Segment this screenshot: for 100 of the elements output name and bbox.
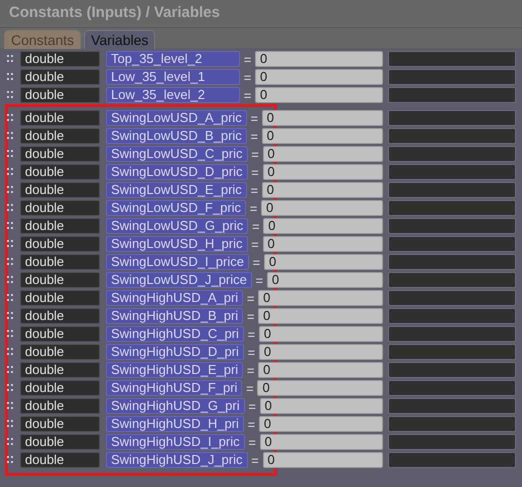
comment-field[interactable] <box>388 218 516 234</box>
value-field[interactable]: 0 <box>262 452 383 468</box>
value-field[interactable]: 0 <box>262 110 383 126</box>
comment-field[interactable] <box>388 272 516 288</box>
comment-field[interactable] <box>388 398 516 414</box>
drag-handle-icon[interactable] <box>6 131 16 141</box>
type-field[interactable]: double <box>20 398 100 414</box>
variable-name-field[interactable]: Top_35_level_2 <box>106 51 240 67</box>
drag-handle-icon[interactable] <box>6 221 16 231</box>
comment-field[interactable] <box>388 254 516 270</box>
drag-handle-icon[interactable] <box>6 149 16 159</box>
value-field[interactable]: 0 <box>258 290 383 306</box>
type-field[interactable]: double <box>20 146 100 162</box>
drag-handle-icon[interactable] <box>6 329 16 339</box>
type-field[interactable]: double <box>20 110 100 126</box>
variable-name-field[interactable]: SwingLowUSD_A_pric <box>106 110 247 126</box>
variable-name-field[interactable]: SwingLowUSD_B_pric <box>106 128 247 144</box>
variable-name-field[interactable]: SwingLowUSD_C_pric <box>106 146 248 162</box>
drag-handle-icon[interactable] <box>6 401 16 411</box>
value-field[interactable]: 0 <box>261 200 383 216</box>
type-field[interactable]: double <box>20 272 100 288</box>
value-field[interactable]: 0 <box>255 87 383 103</box>
variable-name-field[interactable]: SwingHighUSD_C_pri <box>106 326 244 342</box>
comment-field[interactable] <box>388 200 516 216</box>
comment-field[interactable] <box>388 110 516 126</box>
comment-field[interactable] <box>388 69 516 85</box>
comment-field[interactable] <box>388 128 516 144</box>
variable-name-field[interactable]: SwingHighUSD_J_pric <box>106 452 248 468</box>
comment-field[interactable] <box>388 236 516 252</box>
type-field[interactable]: double <box>20 380 100 396</box>
value-field[interactable]: 0 <box>262 182 383 198</box>
drag-handle-icon[interactable] <box>6 437 16 447</box>
drag-handle-icon[interactable] <box>6 185 16 195</box>
value-field[interactable]: 0 <box>258 308 383 324</box>
variable-name-field[interactable]: Low_35_level_2 <box>106 87 240 103</box>
variable-name-field[interactable]: SwingHighUSD_I_pric <box>106 434 245 450</box>
variable-name-field[interactable]: SwingHighUSD_A_pri <box>106 290 244 306</box>
drag-handle-icon[interactable] <box>6 203 16 213</box>
value-field[interactable]: 0 <box>262 236 383 252</box>
drag-handle-icon[interactable] <box>6 167 16 177</box>
type-field[interactable]: double <box>20 236 100 252</box>
type-field[interactable]: double <box>20 69 100 85</box>
type-field[interactable]: double <box>20 290 100 306</box>
comment-field[interactable] <box>388 146 516 162</box>
variable-name-field[interactable]: SwingHighUSD_H_pri <box>106 416 244 432</box>
drag-handle-icon[interactable] <box>6 90 16 100</box>
variable-name-field[interactable]: SwingHighUSD_D_pri <box>106 344 244 360</box>
comment-field[interactable] <box>388 51 516 67</box>
comment-field[interactable] <box>388 452 516 468</box>
drag-handle-icon[interactable] <box>6 347 16 357</box>
comment-field[interactable] <box>388 362 516 378</box>
drag-handle-icon[interactable] <box>6 419 16 429</box>
type-field[interactable]: double <box>20 164 100 180</box>
value-field[interactable]: 0 <box>264 254 383 270</box>
type-field[interactable]: double <box>20 128 100 144</box>
value-field[interactable]: 0 <box>258 416 383 432</box>
value-field[interactable]: 0 <box>255 69 383 85</box>
drag-handle-icon[interactable] <box>6 293 16 303</box>
variable-name-field[interactable]: Low_35_level_1 <box>106 69 240 85</box>
comment-field[interactable] <box>388 87 516 103</box>
drag-handle-icon[interactable] <box>6 275 16 285</box>
comment-field[interactable] <box>388 416 516 432</box>
drag-handle-icon[interactable] <box>6 72 16 82</box>
variable-name-field[interactable]: SwingLowUSD_F_pric <box>106 200 246 216</box>
drag-handle-icon[interactable] <box>6 239 16 249</box>
comment-field[interactable] <box>388 182 516 198</box>
type-field[interactable]: double <box>20 51 100 67</box>
type-field[interactable]: double <box>20 434 100 450</box>
drag-handle-icon[interactable] <box>6 257 16 267</box>
drag-handle-icon[interactable] <box>6 54 16 64</box>
variable-name-field[interactable]: SwingHighUSD_F_pri <box>106 380 242 396</box>
type-field[interactable]: double <box>20 200 100 216</box>
drag-handle-icon[interactable] <box>6 113 16 123</box>
comment-field[interactable] <box>388 434 516 450</box>
drag-handle-icon[interactable] <box>6 311 16 321</box>
variable-name-field[interactable]: SwingLowUSD_D_pric <box>106 164 248 180</box>
type-field[interactable]: double <box>20 362 100 378</box>
value-field[interactable]: 0 <box>255 51 383 67</box>
comment-field[interactable] <box>388 344 516 360</box>
drag-handle-icon[interactable] <box>6 455 16 465</box>
variable-name-field[interactable]: SwingLowUSD_I_price <box>106 254 249 270</box>
comment-field[interactable] <box>388 326 516 342</box>
type-field[interactable]: double <box>20 326 100 342</box>
drag-handle-icon[interactable] <box>6 365 16 375</box>
variable-name-field[interactable]: SwingHighUSD_G_pri <box>106 398 245 414</box>
type-field[interactable]: double <box>20 416 100 432</box>
value-field[interactable]: 0 <box>258 326 383 342</box>
value-field[interactable]: 0 <box>258 362 383 378</box>
drag-handle-icon[interactable] <box>6 383 16 393</box>
variable-name-field[interactable]: SwingHighUSD_B_pri <box>106 308 244 324</box>
value-field[interactable]: 0 <box>260 434 383 450</box>
value-field[interactable]: 0 <box>262 128 383 144</box>
type-field[interactable]: double <box>20 308 100 324</box>
value-field[interactable]: 0 <box>263 218 383 234</box>
variable-name-field[interactable]: SwingLowUSD_E_pric <box>106 182 247 198</box>
value-field[interactable]: 0 <box>260 398 383 414</box>
type-field[interactable]: double <box>20 182 100 198</box>
type-field[interactable]: double <box>20 344 100 360</box>
value-field[interactable]: 0 <box>262 164 383 180</box>
value-field[interactable]: 0 <box>262 146 383 162</box>
